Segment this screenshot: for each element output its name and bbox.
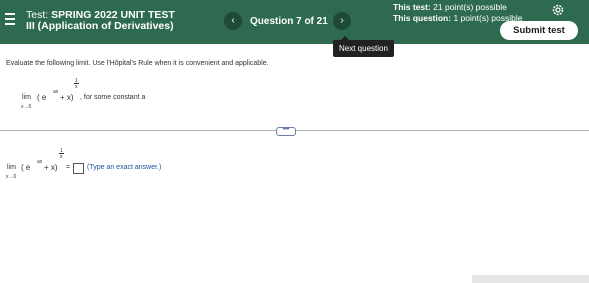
answer-input[interactable] [73, 163, 84, 174]
horizontal-scrollbar[interactable] [472, 275, 589, 283]
constant-note: , for some constant a [80, 94, 146, 101]
menu-icon[interactable] [5, 13, 15, 27]
outer-exponent-den: x [75, 84, 78, 90]
next-question-button[interactable]: › [333, 12, 351, 30]
answer-hint: (Type an exact answer.) [87, 164, 162, 171]
answer-expression-open: ( e [21, 163, 31, 172]
points-test-value: 21 point(s) possible [433, 2, 507, 12]
answer-expression-tail: + x) [44, 163, 58, 172]
expand-more-button[interactable]: ••• [276, 127, 296, 136]
answer-equals: = [66, 164, 71, 171]
points-info: This test: 21 point(s) possible This que… [393, 2, 522, 23]
question-counter: Question 7 of 21 [250, 16, 328, 27]
gear-icon[interactable] [551, 3, 565, 17]
answer-limit-subscript: x→0 [6, 174, 17, 180]
question-instructions: Evaluate the following limit. Use l'Hôpi… [6, 60, 269, 67]
expression-tail: + x) [60, 93, 74, 102]
previous-question-button[interactable]: ‹ [224, 12, 242, 30]
points-test-label: This test: [393, 2, 431, 12]
top-bar: Test: SPRING 2022 UNIT TEST III (Applica… [0, 0, 589, 44]
limit-word: lim [22, 94, 31, 101]
e-power: ax [53, 89, 59, 95]
test-title: Test: SPRING 2022 UNIT TEST III (Applica… [26, 10, 175, 32]
next-question-tooltip: Next question [333, 36, 394, 57]
expression-open: ( e [37, 93, 47, 102]
test-title-line2: III (Application of Derivatives) [26, 20, 174, 32]
limit-subscript: x→0 [21, 104, 32, 110]
answer-e-power: ax [37, 159, 43, 165]
points-question-label: This question: [393, 12, 452, 23]
answer-limit-word: lim [7, 164, 16, 171]
submit-test-button[interactable]: Submit test [500, 21, 578, 40]
answer-exponent-den: x [60, 154, 63, 160]
